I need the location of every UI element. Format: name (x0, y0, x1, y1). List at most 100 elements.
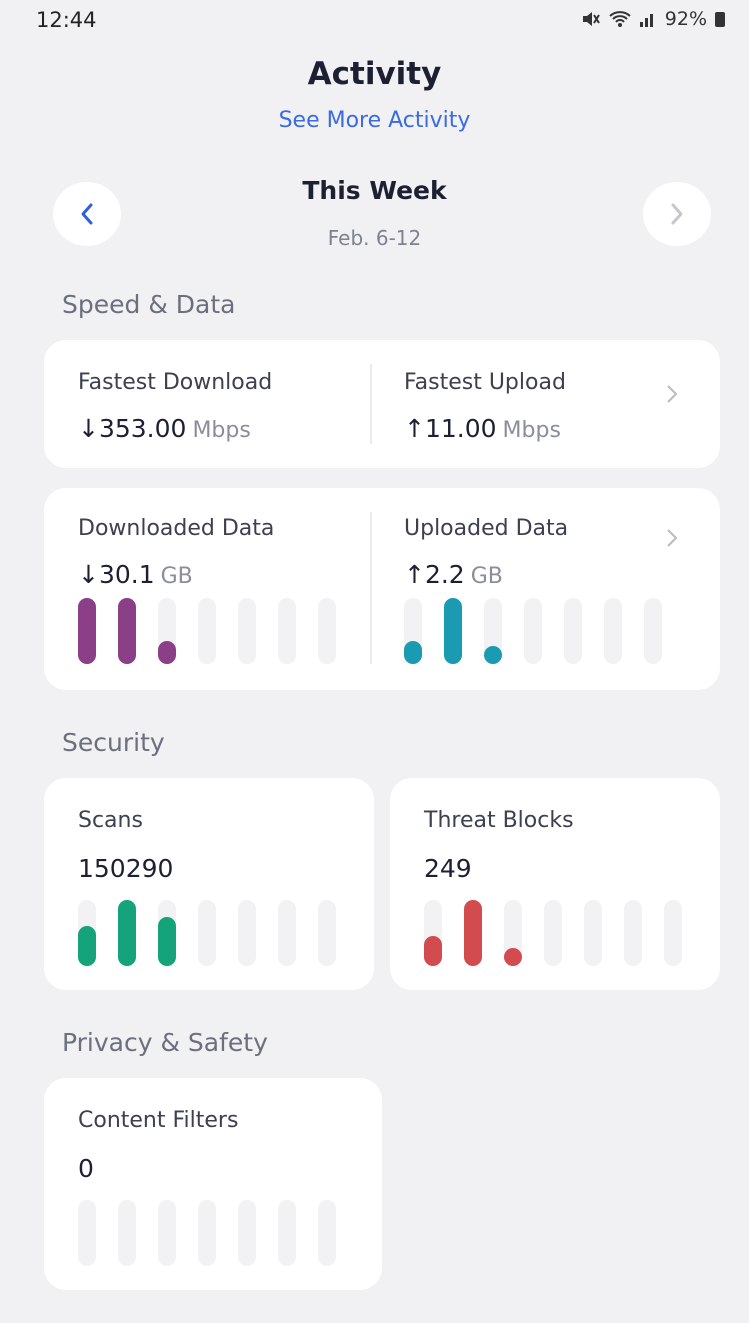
chart-bar (198, 1200, 216, 1266)
uploaded-data-number: 2.2 (424, 560, 465, 589)
data-usage-card[interactable]: Downloaded Data ↓30.1 GB Uploaded Data ↑2… (44, 488, 720, 690)
divider (370, 512, 372, 664)
next-week-button[interactable] (643, 182, 711, 246)
chart-bar-fill (404, 640, 422, 664)
chart-bar-fill (78, 598, 96, 664)
chart-bar (484, 598, 502, 664)
chart-bar (238, 1200, 256, 1266)
status-time: 12:44 (36, 8, 97, 32)
chart-bar (464, 900, 482, 966)
chart-bar-fill (484, 646, 502, 664)
mute-icon (582, 12, 600, 26)
chart-bar (318, 1200, 336, 1266)
download-arrow: ↓ (78, 414, 99, 443)
threat-blocks-chart (424, 900, 704, 966)
fastest-download-number: 353.00 (98, 414, 187, 443)
chart-bar (118, 1200, 136, 1266)
chevron-right-icon (667, 529, 678, 547)
speed-card[interactable]: Fastest Download ↓353.00 Mbps Fastest Upl… (44, 340, 720, 468)
status-bar: 12:44 92% (0, 0, 749, 44)
uploaded-data-unit: GB (470, 564, 503, 589)
scans-card[interactable]: Scans 150290 (44, 778, 374, 990)
chart-bar (198, 598, 216, 664)
uploaded-data-chart (404, 598, 684, 664)
divider (370, 364, 372, 444)
chart-bar (118, 598, 136, 664)
chart-bar (78, 1200, 96, 1266)
section-title-privacy-safety: Privacy & Safety (62, 1028, 268, 1057)
chart-bar (278, 1200, 296, 1266)
chart-bar-fill (158, 916, 176, 966)
fastest-upload-value: ↑11.00 Mbps (404, 414, 561, 443)
fastest-upload-label: Fastest Upload (404, 370, 566, 395)
downloaded-data-chart (78, 598, 358, 664)
battery-percent: 92% (664, 8, 707, 30)
chart-bar-fill (158, 640, 176, 664)
chart-bar (584, 900, 602, 966)
content-filters-value: 0 (78, 1154, 94, 1183)
chart-bar-fill (504, 948, 522, 966)
chart-bar (238, 598, 256, 664)
chart-bar-fill (424, 936, 442, 966)
chart-bar-fill (78, 926, 96, 966)
chart-bar (404, 598, 422, 664)
fastest-download-unit: Mbps (192, 418, 251, 443)
content-filters-chart (78, 1200, 358, 1266)
chart-bar (158, 1200, 176, 1266)
signal-icon (639, 14, 653, 27)
section-title-security: Security (62, 728, 165, 757)
wifi-icon (609, 11, 631, 27)
see-more-activity-link[interactable]: See More Activity (0, 108, 749, 133)
fastest-upload-number: 11.00 (424, 414, 497, 443)
downloaded-data-unit: GB (160, 564, 193, 589)
chart-bar (504, 900, 522, 966)
chart-bar (118, 900, 136, 966)
download-arrow: ↓ (78, 560, 99, 589)
uploaded-data-label: Uploaded Data (404, 516, 569, 541)
chart-bar (624, 900, 642, 966)
chart-bar (318, 900, 336, 966)
chart-bar (278, 900, 296, 966)
threat-blocks-card[interactable]: Threat Blocks 249 (390, 778, 720, 990)
scans-label: Scans (78, 808, 143, 833)
downloaded-data-value: ↓30.1 GB (78, 560, 193, 589)
content-filters-label: Content Filters (78, 1108, 239, 1133)
chart-bar-fill (118, 900, 136, 966)
chart-bar (604, 598, 622, 664)
chart-bar (424, 900, 442, 966)
chart-bar (644, 598, 662, 664)
chart-bar (544, 900, 562, 966)
chart-bar (524, 598, 542, 664)
chevron-left-icon (81, 203, 93, 225)
status-icons: 92% (581, 8, 725, 30)
uploaded-data-value: ↑2.2 GB (404, 560, 503, 589)
chart-bar (238, 900, 256, 966)
chart-bar-fill (444, 598, 462, 664)
upload-arrow: ↑ (404, 560, 425, 589)
chart-bar (278, 598, 296, 664)
chart-bar (158, 598, 176, 664)
battery-icon (715, 11, 725, 27)
page-title: Activity (307, 56, 442, 92)
chart-bar (564, 598, 582, 664)
section-title-speed-data: Speed & Data (62, 290, 236, 319)
scans-value: 150290 (78, 854, 174, 883)
chart-bar (158, 900, 176, 966)
chevron-right-icon (671, 203, 683, 225)
upload-arrow: ↑ (404, 414, 425, 443)
chart-bar (198, 900, 216, 966)
scans-chart (78, 900, 358, 966)
fastest-upload-unit: Mbps (502, 418, 561, 443)
chart-bar (318, 598, 336, 664)
period-range: Feb. 6-12 (327, 226, 422, 250)
content-filters-card[interactable]: Content Filters 0 (44, 1078, 382, 1290)
downloaded-data-label: Downloaded Data (78, 516, 275, 541)
chart-bar-fill (464, 900, 482, 966)
chart-bar (78, 900, 96, 966)
chart-bar (444, 598, 462, 664)
period-title: This Week (302, 176, 447, 205)
fastest-download-value: ↓353.00 Mbps (78, 414, 251, 443)
threat-blocks-value: 249 (424, 854, 472, 883)
chevron-right-icon (667, 385, 678, 403)
fastest-download-label: Fastest Download (78, 370, 273, 395)
